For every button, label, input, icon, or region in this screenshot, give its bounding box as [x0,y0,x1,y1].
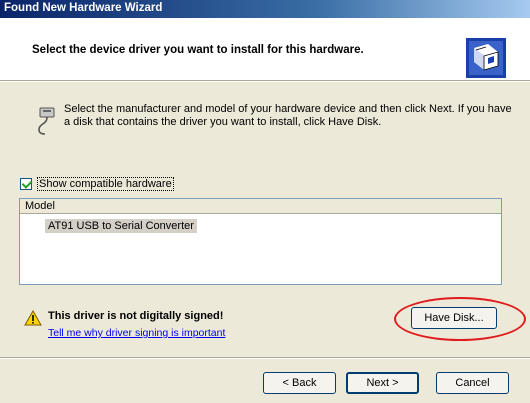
model-column-header[interactable]: Model [20,199,501,214]
header-separator [0,80,530,82]
show-compatible-checkbox[interactable]: Show compatible hardware [20,177,174,191]
warning-icon [24,310,42,326]
hardware-wizard-icon [466,38,506,78]
title-bar[interactable]: Found New Hardware Wizard [0,0,530,18]
header-heading: Select the device driver you want to ins… [32,44,364,56]
wizard-window: Found New Hardware Wizard Select the dev… [0,0,530,403]
wizard-header: Select the device driver you want to ins… [0,18,530,80]
show-compatible-label[interactable]: Show compatible hardware [37,177,174,191]
checkbox-checked-icon[interactable] [20,178,32,190]
next-button[interactable]: Next > [346,372,419,394]
next-label: Next > [366,377,399,389]
unsigned-driver-warning: This driver is not digitally signed! [48,310,224,322]
window-title: Found New Hardware Wizard [4,2,163,14]
cancel-label: Cancel [455,377,490,389]
driver-signing-link[interactable]: Tell me why driver signing is important [48,327,225,339]
footer-separator [0,357,530,359]
list-item[interactable]: AT91 USB to Serial Converter [45,219,197,233]
intro-text: Select the manufacturer and model of you… [64,103,512,128]
annotation-circle [394,297,526,341]
model-listbox[interactable]: Model AT91 USB to Serial Converter [19,198,502,285]
back-label: < Back [282,377,317,389]
back-button[interactable]: < Back [263,372,336,394]
serial-plug-icon [38,107,55,135]
cancel-button[interactable]: Cancel [436,372,509,394]
